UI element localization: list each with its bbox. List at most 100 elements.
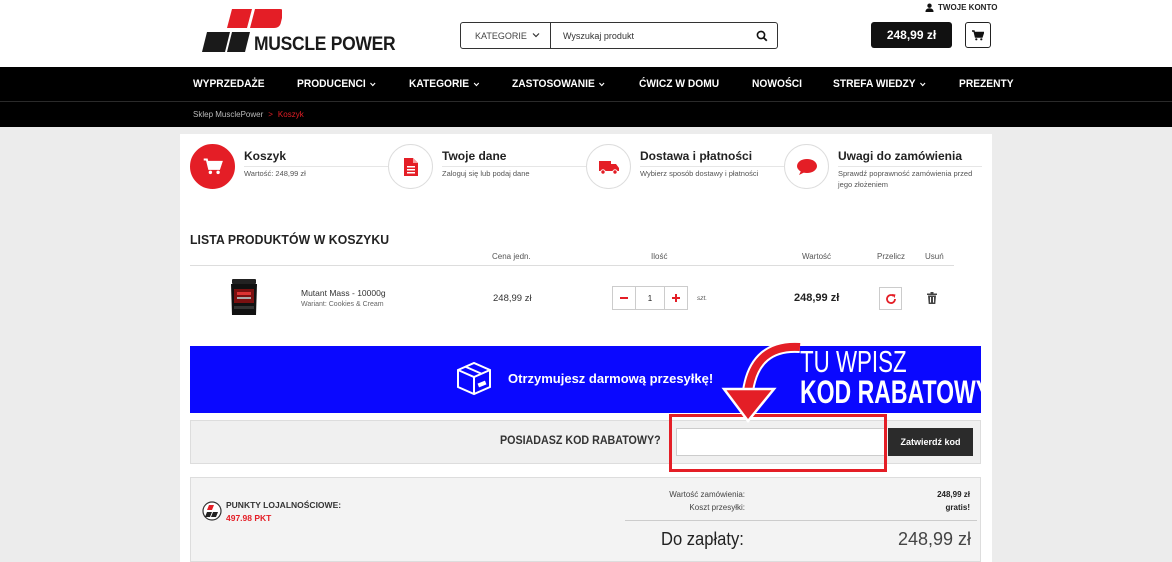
nav-item-knowledge[interactable]: STREFA WIEDZY xyxy=(833,78,926,90)
truck-icon xyxy=(598,160,619,175)
step-notes: Uwagi do zamówienia Sprawdź poprawność z… xyxy=(784,144,984,199)
loyalty-points-icon xyxy=(202,501,222,521)
chevron-down-icon xyxy=(532,33,540,38)
shipping-cost-value: gratis! xyxy=(945,503,970,512)
nav-item-home-workout[interactable]: ĆWICZ W DOMU xyxy=(639,78,719,90)
step-title: Twoje dane xyxy=(442,149,507,163)
product-image[interactable] xyxy=(229,277,259,317)
product-tub-image xyxy=(231,279,257,315)
breadcrumb-home-link[interactable]: Sklep MusclePower xyxy=(193,110,263,119)
nav-item-label: WYPRZEDAŻE xyxy=(193,78,265,90)
step-title: Uwagi do zamówienia xyxy=(838,149,963,163)
document-icon xyxy=(403,157,418,176)
nav-item-usage[interactable]: ZASTOSOWANIE xyxy=(512,78,605,90)
column-header-price: Cena jedn. xyxy=(492,252,531,261)
minus-icon xyxy=(620,297,628,299)
product-total: 248,99 zł xyxy=(794,292,840,304)
user-icon xyxy=(925,3,934,12)
category-select-label: KATEGORIE xyxy=(475,30,527,41)
order-value-label: Wartość zamówienia: xyxy=(669,490,745,499)
cart-button[interactable] xyxy=(965,22,991,48)
main-nav: WYPRZEDAŻE PRODUCENCI KATEGORIE ZASTOSOW… xyxy=(0,67,1172,101)
account-link[interactable]: TWOJE KONTO xyxy=(925,3,997,12)
to-pay-label: Do zapłaty: xyxy=(661,529,744,549)
quantity-stepper: 1 xyxy=(612,286,688,310)
nav-item-label: ĆWICZ W DOMU xyxy=(638,78,719,90)
step-your-data: Twoje dane Zaloguj się lub podaj dane xyxy=(388,144,586,199)
summary-divider xyxy=(625,520,977,521)
logo[interactable]: MUSCLE POWER xyxy=(202,8,402,56)
breadcrumb-separator: > xyxy=(268,110,273,119)
chevron-down-icon xyxy=(598,82,605,86)
category-select[interactable]: KATEGORIE xyxy=(461,23,551,48)
nav-item-producers[interactable]: PRODUCENCI xyxy=(297,78,376,90)
cart-icon xyxy=(203,158,223,175)
step-divider xyxy=(640,166,784,167)
loyalty-points-value: 497.98 PKT xyxy=(226,513,272,523)
nav-item-label: STREFA WIEDZY xyxy=(832,78,916,90)
refresh-icon xyxy=(885,293,896,304)
step-title: Dostawa i płatności xyxy=(640,149,753,163)
column-header-recalc: Przelicz xyxy=(877,252,906,261)
quantity-decrease-button[interactable] xyxy=(612,286,636,310)
free-shipping-text: Otrzymujesz darmową przesyłkę! xyxy=(508,371,714,386)
breadcrumb-current: Koszyk xyxy=(277,110,304,119)
nav-item-categories[interactable]: KATEGORIE xyxy=(409,78,479,90)
step-divider xyxy=(838,166,982,167)
table-divider xyxy=(190,265,954,266)
quantity-unit: szt. xyxy=(697,295,708,302)
recalculate-button[interactable] xyxy=(879,287,902,310)
step-desc: Wartość: 248,99 zł xyxy=(244,169,306,178)
quantity-input[interactable]: 1 xyxy=(636,286,664,310)
step-desc: Sprawdź poprawność zamówienia przed jego… xyxy=(838,169,973,189)
step-divider xyxy=(442,166,586,167)
cart-list-title: LISTA PRODUKTÓW W KOSZYKU xyxy=(190,232,390,247)
coupon-label: POSIADASZ KOD RABATOWY? xyxy=(500,435,661,447)
logo-text: MUSCLE POWER xyxy=(254,34,396,55)
speech-bubble-icon xyxy=(796,158,817,175)
search-button[interactable] xyxy=(747,23,777,48)
nav-item-label: ZASTOSOWANIE xyxy=(511,78,595,90)
quantity-increase-button[interactable] xyxy=(664,286,688,310)
column-header-remove: Usuń xyxy=(925,252,944,261)
order-summary: PUNKTY LOJALNOŚCIOWE: 497.98 PKT Wartość… xyxy=(190,477,981,562)
step-title: Koszyk xyxy=(244,149,287,163)
red-arrow-icon xyxy=(721,340,801,424)
cart-icon xyxy=(972,29,984,40)
column-header-total: Wartość xyxy=(802,252,832,261)
chevron-down-icon xyxy=(370,82,376,86)
step-cart: Koszyk Wartość: 248,99 zł xyxy=(190,144,388,199)
loyalty-points-label: PUNKTY LOJALNOŚCIOWE: xyxy=(226,500,342,510)
remove-item-button[interactable] xyxy=(927,291,937,309)
search-bar: KATEGORIE xyxy=(460,22,778,49)
breadcrumb: Sklep MusclePower > Koszyk xyxy=(0,101,1172,127)
nav-item-label: PRODUCENCI xyxy=(297,78,366,90)
step-circle xyxy=(388,144,433,189)
step-circle xyxy=(586,144,631,189)
step-desc: Wybierz sposób dostawy i płatności xyxy=(640,169,759,178)
package-icon xyxy=(457,361,491,396)
nav-item-sale[interactable]: WYPRZEDAŻE xyxy=(193,78,265,90)
column-header-qty: Ilość xyxy=(651,252,668,261)
step-divider xyxy=(244,166,388,167)
order-value: 248,99 zł xyxy=(937,490,970,499)
chevron-down-icon xyxy=(473,82,479,86)
step-desc: Zaloguj się lub podaj dane xyxy=(442,169,530,178)
search-input[interactable] xyxy=(551,23,747,48)
cart-total-button[interactable]: 248,99 zł xyxy=(871,22,952,48)
chevron-down-icon xyxy=(919,82,925,86)
product-variant: Wariant: Cookies & Cream xyxy=(301,301,384,308)
nav-item-label: NOWOŚCI xyxy=(751,78,802,90)
step-circle xyxy=(190,144,235,189)
site-header: MUSCLE POWER KATEGORIE TWOJE KONTO 248,9… xyxy=(0,0,1172,67)
nav-item-new[interactable]: NOWOŚCI xyxy=(752,78,802,90)
product-name-link[interactable]: Mutant Mass - 10000g xyxy=(301,288,386,298)
nav-item-gifts[interactable]: PREZENTY xyxy=(959,78,1014,90)
nav-item-label: KATEGORIE xyxy=(408,78,470,90)
search-icon xyxy=(756,30,768,41)
trash-icon xyxy=(927,292,937,304)
step-circle xyxy=(784,144,829,189)
to-pay-value: 248,99 zł xyxy=(897,529,971,549)
plus-icon xyxy=(672,294,680,302)
nav-item-label: PREZENTY xyxy=(959,78,1014,90)
